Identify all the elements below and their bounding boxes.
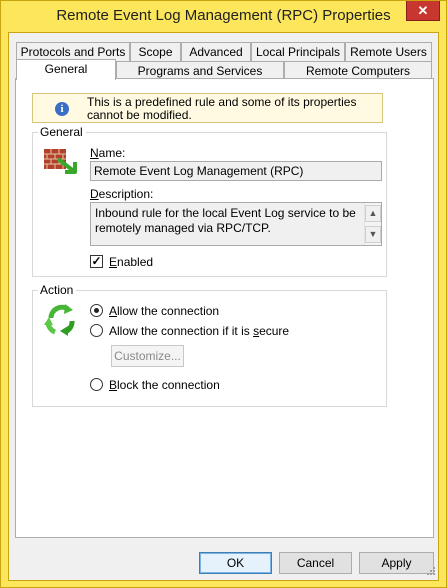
properties-window: Remote Event Log Management (RPC) Proper… — [0, 0, 447, 588]
block-connection-label[interactable]: Block the connection — [109, 378, 220, 392]
apply-button[interactable]: Apply — [359, 552, 434, 574]
ok-button[interactable]: OK — [199, 552, 272, 574]
info-message: This is a predefined rule and some of it… — [87, 95, 357, 122]
tab-scope[interactable]: Scope — [130, 42, 181, 61]
recycle-arrows-icon — [44, 304, 75, 336]
secure-label-suffix: ecure — [259, 324, 290, 338]
info-icon: i — [55, 102, 69, 116]
close-button[interactable]: ✕ — [406, 1, 440, 21]
enabled-label-text: nabled — [117, 255, 154, 269]
tab-label: Scope — [138, 45, 173, 59]
description-accesskey: D — [90, 187, 99, 201]
info-bar: i This is a predefined rule and some of … — [32, 93, 383, 123]
name-accesskey: N — [90, 146, 99, 160]
cancel-button[interactable]: Cancel — [279, 552, 352, 574]
title-bar[interactable]: Remote Event Log Management (RPC) Proper… — [1, 1, 446, 32]
description-field[interactable]: Inbound rule for the local Event Log ser… — [90, 202, 382, 246]
name-field[interactable]: Remote Event Log Management (RPC) — [90, 161, 382, 181]
customize-button[interactable]: Customize... — [111, 345, 184, 367]
tab-label: Remote Computers — [305, 64, 411, 78]
enabled-accesskey: E — [109, 255, 118, 269]
general-tab-page: i This is a predefined rule and some of … — [15, 78, 434, 538]
tab-label: Advanced — [189, 45, 243, 59]
name-label: Name: — [90, 146, 125, 160]
close-icon: ✕ — [417, 3, 429, 18]
tab-label: Remote Users — [350, 45, 427, 59]
enabled-checkbox[interactable]: ✓ — [90, 255, 103, 268]
scroll-down-icon: ▼ — [368, 229, 378, 239]
tab-label: Protocols and Ports — [20, 45, 126, 59]
description-label: Description: — [90, 187, 153, 201]
action-group-label: Action — [38, 284, 77, 297]
tab-label: Programs and Services — [137, 64, 263, 78]
block-label-text: lock the connection — [117, 378, 220, 392]
tab-general[interactable]: General — [16, 59, 116, 80]
check-icon: ✓ — [91, 254, 102, 268]
scroll-up-icon: ▲ — [368, 208, 378, 218]
tab-label: General — [44, 62, 88, 76]
allow-if-secure-label[interactable]: Allow the connection if it is secure — [109, 324, 289, 338]
description-label-text: escription: — [98, 187, 154, 201]
tab-advanced[interactable]: Advanced — [181, 42, 251, 61]
allow-if-secure-radio[interactable] — [90, 324, 103, 337]
scroll-up-button[interactable]: ▲ — [365, 205, 381, 222]
allow-accesskey: A — [109, 304, 118, 318]
block-accesskey: B — [109, 378, 118, 392]
tab-label: Local Principals — [255, 45, 341, 59]
scroll-down-button[interactable]: ▼ — [365, 226, 381, 243]
block-connection-radio[interactable] — [90, 378, 103, 391]
secure-label-prefix: Allow the connection if it is — [109, 324, 254, 338]
allow-connection-radio[interactable] — [90, 304, 103, 317]
allow-label-text: llow the connection — [117, 304, 220, 318]
tab-local-principals[interactable]: Local Principals — [251, 42, 345, 61]
dialog-client-area: Protocols and Ports Scope Advanced Local… — [8, 32, 439, 581]
description-text: Inbound rule for the local Event Log ser… — [95, 206, 356, 235]
allow-connection-label[interactable]: Allow the connection — [109, 304, 219, 318]
window-title: Remote Event Log Management (RPC) Proper… — [56, 7, 391, 24]
tab-remote-users[interactable]: Remote Users — [345, 42, 432, 61]
name-label-text: ame: — [98, 146, 126, 160]
resize-grip-icon[interactable] — [424, 566, 436, 578]
enabled-label[interactable]: Enabled — [109, 255, 153, 269]
general-group-label: General — [38, 126, 86, 139]
firewall-rule-icon — [44, 149, 77, 174]
description-scrollbar[interactable]: ▲ ▼ — [364, 203, 381, 245]
